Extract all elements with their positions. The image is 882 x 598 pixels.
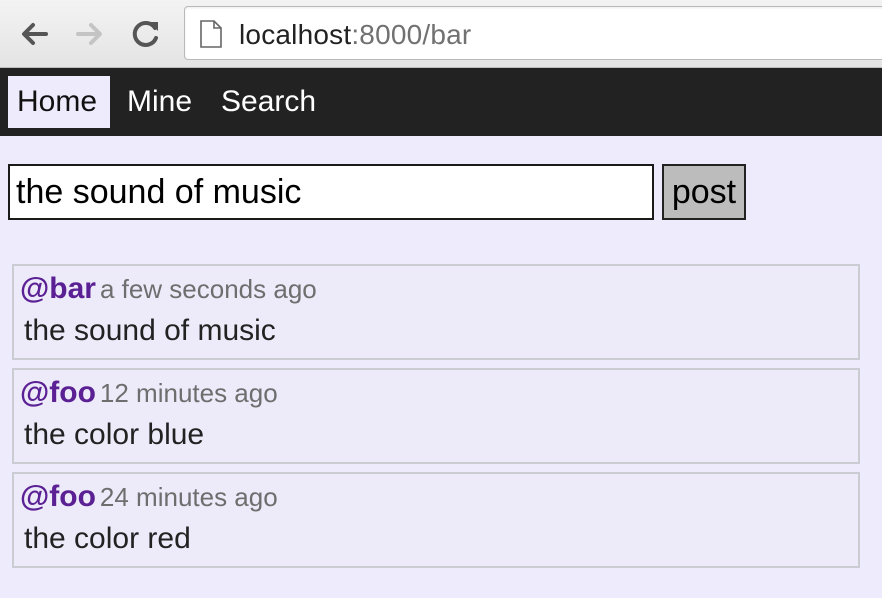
- post-input[interactable]: [8, 164, 654, 220]
- url-path: :8000/bar: [351, 19, 472, 50]
- post-author[interactable]: @foo 12 minutes ago: [20, 376, 278, 410]
- post-content: the color red: [24, 522, 191, 555]
- post-timestamp: 12 minutes ago: [99, 378, 278, 408]
- page-icon: [200, 20, 222, 48]
- feed-post: @foo 24 minutes ago the color red: [12, 472, 860, 568]
- post-button[interactable]: post: [662, 164, 746, 220]
- author-handle[interactable]: @foo: [20, 480, 96, 513]
- url-text: localhost:8000/bar: [239, 19, 471, 51]
- nav-home[interactable]: Home: [8, 76, 110, 128]
- author-handle[interactable]: @bar: [20, 272, 96, 305]
- nav-mine[interactable]: Mine: [118, 76, 201, 128]
- forward-button[interactable]: [72, 16, 108, 52]
- post-timestamp: 24 minutes ago: [99, 482, 278, 512]
- arrow-right-icon: [76, 23, 102, 45]
- post-timestamp: a few seconds ago: [99, 274, 317, 304]
- post-content: the sound of music: [24, 314, 276, 347]
- post-content: the color blue: [24, 418, 205, 451]
- nav-search[interactable]: Search: [212, 76, 325, 128]
- address-bar[interactable]: localhost:8000/bar: [184, 6, 882, 60]
- author-handle[interactable]: @foo: [20, 376, 96, 409]
- feed-post: @bar a few seconds ago the sound of music: [12, 264, 860, 360]
- feed-post: @foo 12 minutes ago the color blue: [12, 368, 860, 464]
- browser-toolbar: localhost:8000/bar: [0, 0, 882, 68]
- reload-icon: [132, 20, 158, 47]
- url-host: localhost: [239, 19, 352, 50]
- arrow-left-icon: [22, 23, 48, 45]
- post-author[interactable]: @foo 24 minutes ago: [20, 480, 278, 514]
- post-author[interactable]: @bar a few seconds ago: [20, 272, 317, 306]
- back-button[interactable]: [16, 16, 52, 52]
- feed: @bar a few seconds ago the sound of music…: [12, 264, 860, 576]
- navbar: Home Mine Search: [0, 68, 882, 136]
- reload-button[interactable]: [128, 16, 164, 52]
